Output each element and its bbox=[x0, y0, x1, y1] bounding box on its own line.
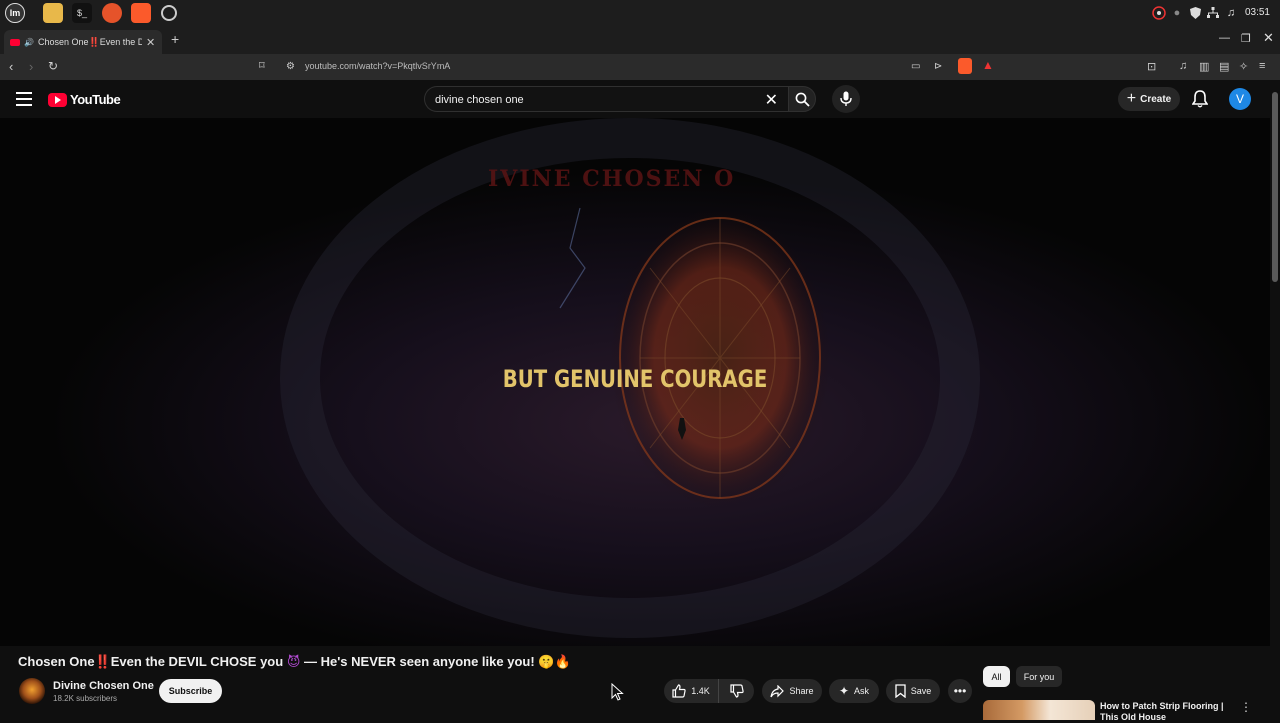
os-taskbar: lm $_ ● ♫ 03:51 bbox=[0, 0, 1280, 26]
bookmark-save-icon bbox=[895, 684, 906, 698]
shield-icon[interactable] bbox=[1186, 5, 1204, 21]
ask-button[interactable]: ✦ Ask bbox=[829, 679, 879, 703]
search-button[interactable] bbox=[788, 86, 816, 112]
mouse-cursor-icon bbox=[611, 683, 624, 701]
site-info-icon[interactable]: ⚙ bbox=[286, 61, 295, 72]
chip-for-you[interactable]: For you bbox=[1016, 666, 1062, 687]
double-exclamation-emoji: ‼️ bbox=[94, 654, 111, 669]
create-label: Create bbox=[1140, 93, 1172, 105]
sidebar-icon[interactable]: ⊡ bbox=[1147, 60, 1156, 73]
youtube-wordmark: YouTube bbox=[70, 92, 121, 107]
leo-ai-icon[interactable]: ✧ bbox=[1239, 60, 1248, 73]
brave-rewards-icon[interactable]: ▲ bbox=[982, 58, 994, 72]
wallet-icon[interactable]: ▤ bbox=[1219, 60, 1229, 73]
search-box[interactable]: divine chosen one ✕ bbox=[424, 86, 788, 112]
close-window-button[interactable]: ✕ bbox=[1263, 30, 1274, 46]
bluetooth-icon[interactable]: ● bbox=[1168, 5, 1186, 21]
share-button[interactable]: Share bbox=[762, 679, 822, 703]
media-icon[interactable]: ♫ bbox=[1179, 60, 1187, 72]
avatar[interactable]: V bbox=[1229, 88, 1251, 110]
back-button[interactable]: ‹ bbox=[9, 59, 13, 74]
new-tab-button[interactable]: + bbox=[171, 31, 179, 47]
clear-search-icon[interactable]: ✕ bbox=[765, 90, 778, 110]
title-part: Even the DEVIL CHOSE you bbox=[110, 654, 284, 669]
search-input[interactable]: divine chosen one bbox=[435, 94, 524, 106]
terminal-icon[interactable]: $_ bbox=[72, 3, 92, 23]
browser-tab[interactable]: 🔊 Chosen One‼️Even the DEVIL CHOSE ✕ bbox=[4, 30, 162, 54]
chrome-icon[interactable] bbox=[161, 5, 177, 21]
forward-button[interactable]: › bbox=[29, 59, 33, 74]
hamburger-menu-icon[interactable] bbox=[16, 92, 32, 106]
address-bar-row: ‹ › ↻ ⌑ ⚙ youtube.com/watch?v=PkqtlvSrYm… bbox=[0, 54, 1280, 80]
channel-name[interactable]: Divine Chosen One bbox=[53, 680, 154, 692]
title-part: — He's NEVER seen anyone like you! 🤫🔥 bbox=[300, 654, 571, 669]
clock[interactable]: 03:51 bbox=[1245, 7, 1270, 18]
plus-icon: + bbox=[1126, 90, 1137, 107]
more-vertical-icon[interactable]: ⋮ bbox=[1240, 700, 1252, 714]
tab-strip: 🔊 Chosen One‼️Even the DEVIL CHOSE ✕ + —… bbox=[0, 26, 1280, 54]
share-label: Share bbox=[789, 686, 814, 696]
microphone-icon bbox=[840, 91, 852, 106]
youtube-header: YouTube divine chosen one ✕ + Create V bbox=[0, 80, 1280, 118]
video-overlay-title: IVINE CHOSEN O bbox=[488, 166, 736, 192]
more-horizontal-icon: ••• bbox=[953, 684, 967, 698]
music-icon[interactable]: ♫ bbox=[1222, 5, 1240, 21]
save-button[interactable]: Save bbox=[886, 679, 940, 703]
files-icon[interactable] bbox=[43, 3, 63, 23]
firefox-icon[interactable] bbox=[102, 3, 122, 23]
youtube-favicon-icon bbox=[10, 38, 20, 46]
recommendation-thumbnail[interactable] bbox=[983, 700, 1095, 720]
like-count: 1.4K bbox=[691, 686, 710, 696]
search-icon bbox=[795, 92, 810, 107]
speaker-icon[interactable]: 🔊 bbox=[24, 38, 34, 47]
youtube-play-icon bbox=[48, 92, 67, 107]
video-caption: BUT GENUINE COURAGE bbox=[502, 365, 768, 393]
bookmark-icon[interactable]: ⌑ bbox=[259, 59, 265, 72]
network-icon[interactable] bbox=[1204, 5, 1222, 21]
like-button[interactable]: 1.4K bbox=[664, 679, 718, 703]
ask-label: Ask bbox=[854, 686, 870, 696]
thumbs-down-icon bbox=[729, 684, 744, 698]
reload-button[interactable]: ↻ bbox=[48, 59, 58, 73]
video-player[interactable]: IVINE CHOSEN O BUT GENUINE COURAGE bbox=[0, 118, 1270, 646]
title-part: Chosen One bbox=[18, 654, 95, 669]
video-title: Chosen One‼️Even the DEVIL CHOSE you 😈 —… bbox=[18, 654, 571, 670]
update-icon[interactable] bbox=[1150, 5, 1168, 21]
cast-icon[interactable]: ▭ bbox=[911, 61, 920, 72]
youtube-logo[interactable]: YouTube bbox=[48, 92, 121, 107]
thumbs-up-icon bbox=[672, 684, 686, 698]
subscriber-count: 18.2K subscribers bbox=[53, 694, 118, 703]
maximize-button[interactable]: ❐ bbox=[1241, 32, 1251, 45]
more-actions-button[interactable]: ••• bbox=[948, 679, 972, 703]
notifications-bell-icon[interactable] bbox=[1191, 90, 1209, 113]
split-view-icon[interactable]: ▥ bbox=[1199, 60, 1209, 73]
menu-icon[interactable]: ≡ bbox=[1259, 60, 1265, 72]
devil-emoji: 😈 bbox=[286, 654, 301, 669]
voice-search-button[interactable] bbox=[832, 85, 860, 113]
brave-icon[interactable] bbox=[131, 3, 151, 23]
channel-avatar[interactable] bbox=[19, 678, 45, 704]
mint-menu-icon[interactable]: lm bbox=[5, 3, 25, 23]
minimize-button[interactable]: — bbox=[1219, 32, 1230, 44]
share-icon bbox=[770, 684, 785, 697]
close-tab-icon[interactable]: ✕ bbox=[146, 36, 155, 49]
subscribe-button[interactable]: Subscribe bbox=[159, 679, 222, 703]
chip-all[interactable]: All bbox=[983, 666, 1010, 687]
create-button[interactable]: + Create bbox=[1118, 87, 1180, 111]
tab-title: Chosen One‼️Even the DEVIL CHOSE bbox=[37, 36, 142, 47]
scrollbar-thumb[interactable] bbox=[1272, 92, 1278, 282]
system-tray: ● ♫ bbox=[1150, 5, 1240, 21]
sparkle-icon: ✦ bbox=[838, 684, 850, 698]
brave-shields-icon[interactable] bbox=[958, 58, 972, 74]
share-page-icon[interactable]: ⊳ bbox=[934, 61, 942, 72]
url-field[interactable]: youtube.com/watch?v=PkqtlvSrYmA bbox=[305, 61, 450, 71]
save-label: Save bbox=[910, 686, 932, 696]
dislike-button[interactable] bbox=[718, 679, 754, 703]
